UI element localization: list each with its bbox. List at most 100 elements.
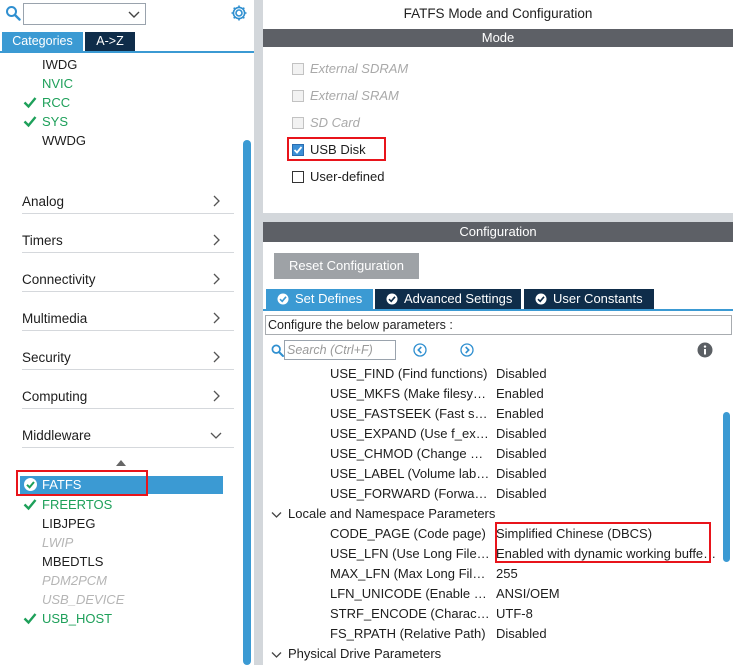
category-label: Middleware — [22, 428, 92, 443]
middleware-item-lwip[interactable]: LWIP — [42, 534, 73, 551]
param-row[interactable]: LFN_UNICODE (Enable Unicode) ANSI/OEM — [263, 584, 723, 604]
param-value[interactable]: Disabled — [496, 446, 718, 461]
param-name: USE_FORWARD (Forward function) — [330, 486, 490, 501]
info-icon[interactable] — [697, 342, 713, 358]
check-circle-icon — [386, 293, 398, 305]
param-row[interactable]: USE_FIND (Find functions) Disabled — [263, 364, 723, 384]
pane-splitter[interactable] — [254, 0, 263, 665]
middleware-item-usb-device[interactable]: USB_DEVICE — [42, 591, 124, 608]
category-multimedia[interactable]: Multimedia — [22, 309, 234, 331]
gear-icon[interactable] — [230, 4, 248, 22]
category-label: Connectivity — [22, 272, 96, 287]
chevron-right-icon — [213, 195, 220, 207]
param-row[interactable]: STRF_ENCODE (Character encoding) UTF-8 — [263, 604, 723, 624]
param-name: MAX_LFN (Max Long File Name) — [330, 566, 490, 581]
middleware-item-usb-host[interactable]: USB_HOST — [42, 610, 112, 627]
parameter-search-input[interactable]: Search (Ctrl+F) — [284, 340, 396, 360]
mode-configuration-panel: FATFS Mode and Configuration Mode Extern… — [263, 0, 733, 665]
peripheral-search-combo[interactable] — [23, 3, 146, 25]
param-row[interactable]: USE_EXPAND (Use f_expand) Disabled — [263, 424, 723, 444]
section-splitter[interactable] — [263, 213, 733, 222]
param-row[interactable]: USE_FORWARD (Forward function) Disabled — [263, 484, 723, 504]
category-label: Timers — [22, 233, 63, 248]
param-group-locale-namespace[interactable]: Locale and Namespace Parameters — [263, 504, 723, 524]
tab-underline — [263, 309, 733, 311]
category-computing[interactable]: Computing — [22, 387, 234, 409]
chevron-down-icon[interactable] — [271, 649, 282, 660]
param-value[interactable]: ANSI/OEM — [496, 586, 718, 601]
peripheral-search-row — [0, 0, 254, 28]
scroll-up-caret-icon[interactable] — [116, 460, 126, 466]
param-name: USE_CHMOD (Change attributes) — [330, 446, 490, 461]
param-value[interactable]: Enabled — [496, 386, 718, 401]
param-row[interactable]: USE_MKFS (Make filesystem) Enabled — [263, 384, 723, 404]
param-value[interactable]: Disabled — [496, 426, 718, 441]
peripheral-rcc[interactable]: RCC — [42, 94, 70, 111]
search-icon[interactable] — [5, 5, 21, 21]
chevron-right-icon — [213, 273, 220, 285]
category-middleware[interactable]: Middleware — [22, 426, 234, 448]
param-row[interactable]: MAX_LFN (Max Long File Name) 255 — [263, 564, 723, 584]
tab-user-constants[interactable]: User Constants — [524, 289, 654, 309]
tab-categories[interactable]: Categories — [2, 32, 83, 51]
check-icon — [23, 499, 37, 511]
categories-scrollbar[interactable] — [243, 140, 251, 665]
tab-label: Advanced Settings — [404, 291, 513, 306]
param-group-physical-drive[interactable]: Physical Drive Parameters — [263, 644, 723, 664]
mode-header: Mode — [263, 29, 733, 47]
middleware-item-libjpeg[interactable]: LIBJPEG — [42, 515, 95, 532]
tab-advanced-settings[interactable]: Advanced Settings — [375, 289, 521, 309]
search-icon — [271, 344, 284, 357]
chevron-right-icon — [213, 234, 220, 246]
category-analog[interactable]: Analog — [22, 192, 234, 214]
param-value[interactable]: Enabled — [496, 406, 718, 421]
configure-hint: Configure the below parameters : — [265, 315, 732, 335]
param-value[interactable]: Disabled — [496, 626, 718, 641]
param-name: USE_LABEL (Volume label) — [330, 466, 490, 481]
mode-options: External SDRAM External SRAM SD Card USB… — [263, 47, 733, 213]
param-value[interactable]: Disabled — [496, 466, 718, 481]
category-label: Security — [22, 350, 71, 365]
check-icon — [23, 97, 37, 109]
chevron-down-icon[interactable] — [128, 8, 140, 20]
chevron-right-icon — [213, 390, 220, 402]
param-row[interactable]: USE_FASTSEEK (Fast seek) Enabled — [263, 404, 723, 424]
category-connectivity[interactable]: Connectivity — [22, 270, 234, 292]
checkbox — [292, 117, 304, 129]
category-label: Computing — [22, 389, 88, 404]
tab-set-defines[interactable]: Set Defines — [266, 289, 373, 309]
param-value[interactable]: 255 — [496, 566, 718, 581]
param-value[interactable]: Disabled — [496, 366, 718, 381]
middleware-item-mbedtls[interactable]: MBEDTLS — [42, 553, 103, 570]
chevron-right-icon — [213, 312, 220, 324]
group-label: Physical Drive Parameters — [288, 646, 442, 661]
param-name: USE_FIND (Find functions) — [330, 366, 488, 381]
option-label: SD Card — [310, 115, 360, 130]
tab-a-to-z[interactable]: A->Z — [85, 32, 135, 51]
option-label: External SDRAM — [310, 61, 409, 76]
param-value[interactable]: Disabled — [496, 486, 718, 501]
param-row[interactable]: FS_RPATH (Relative Path) Disabled — [263, 624, 723, 644]
param-row[interactable]: USE_LABEL (Volume label) Disabled — [263, 464, 723, 484]
checkbox — [292, 63, 304, 75]
param-name: FS_RPATH (Relative Path) — [330, 626, 486, 641]
chevron-down-icon[interactable] — [271, 509, 282, 520]
checkbox[interactable] — [292, 171, 304, 183]
middleware-item-pdm2pcm[interactable]: PDM2PCM — [42, 572, 107, 589]
middleware-item-freertos[interactable]: FREERTOS — [42, 496, 112, 513]
peripheral-sys[interactable]: SYS — [42, 113, 68, 130]
param-value[interactable]: UTF-8 — [496, 606, 718, 621]
param-row[interactable]: USE_CHMOD (Change attributes) Disabled — [263, 444, 723, 464]
previous-match-icon[interactable] — [413, 343, 427, 357]
chevron-down-icon — [210, 432, 222, 439]
category-security[interactable]: Security — [22, 348, 234, 370]
peripheral-nvic[interactable]: NVIC — [42, 75, 73, 92]
peripheral-iwdg[interactable]: IWDG — [42, 56, 77, 73]
configuration-header: Configuration — [263, 222, 733, 242]
peripheral-wwdg[interactable]: WWDG — [42, 132, 86, 149]
reset-configuration-button[interactable]: Reset Configuration — [274, 253, 419, 279]
category-timers[interactable]: Timers — [22, 231, 234, 253]
tab-label: Set Defines — [295, 291, 363, 306]
parameters-scrollbar[interactable] — [723, 412, 730, 562]
next-match-icon[interactable] — [460, 343, 474, 357]
